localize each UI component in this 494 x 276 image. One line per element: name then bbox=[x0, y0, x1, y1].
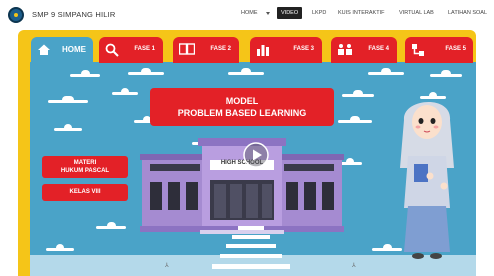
cloud bbox=[112, 88, 138, 95]
book-icon bbox=[179, 43, 195, 55]
title-line-1: MODEL bbox=[225, 96, 259, 106]
nav-kuis[interactable]: KUIS INTERAKTIF bbox=[338, 10, 384, 16]
tree-icon: ⅄ bbox=[165, 263, 169, 269]
tab-fase-4-label: FASE 4 bbox=[368, 46, 389, 52]
crosswalk bbox=[212, 226, 290, 269]
nav-home[interactable]: HOME bbox=[241, 10, 258, 16]
teacher-character bbox=[400, 101, 454, 259]
flow-icon bbox=[412, 44, 424, 56]
page-title: MODEL PROBLEM BASED LEARNING bbox=[150, 88, 334, 126]
tab-fase-3[interactable]: FASE 3 bbox=[250, 37, 322, 63]
nav-latihan[interactable]: LATIHAN SOAL bbox=[448, 10, 487, 16]
play-icon[interactable] bbox=[243, 142, 269, 168]
cloud bbox=[228, 68, 264, 75]
top-navbar: SMP 9 SIMPANG HILIR HOME VIDEO LKPD KUIS… bbox=[0, 0, 494, 30]
chevron-down-icon[interactable] bbox=[266, 12, 270, 15]
materi-label-2: HUKUM PASCAL bbox=[60, 168, 110, 174]
chart-icon bbox=[257, 45, 269, 56]
house-icon bbox=[38, 44, 50, 55]
cloud bbox=[368, 68, 404, 75]
group-icon bbox=[338, 44, 352, 55]
nav-lkpd[interactable]: LKPD bbox=[312, 10, 326, 16]
tab-fase-2[interactable]: FASE 2 bbox=[173, 37, 239, 63]
cloud bbox=[70, 70, 100, 77]
nav-video[interactable]: VIDEO bbox=[277, 7, 303, 19]
tab-fase-5[interactable]: FASE 5 bbox=[405, 37, 473, 63]
cloud bbox=[430, 70, 462, 77]
tab-home[interactable]: HOME bbox=[31, 37, 93, 63]
cloud bbox=[128, 68, 164, 75]
tab-fase-5-label: FASE 5 bbox=[445, 46, 466, 52]
cloud bbox=[338, 116, 372, 123]
cloud bbox=[46, 244, 74, 251]
cloud bbox=[96, 222, 126, 229]
tab-fase-1-label: FASE 1 bbox=[134, 46, 155, 52]
school-building bbox=[140, 138, 344, 234]
tab-fase-1[interactable]: FASE 1 bbox=[99, 37, 163, 63]
kelas-button[interactable]: KELAS VIII bbox=[42, 184, 128, 201]
tab-fase-4[interactable]: FASE 4 bbox=[331, 37, 397, 63]
tab-fase-3-label: FASE 3 bbox=[293, 46, 314, 52]
cloud bbox=[54, 124, 82, 131]
cloud bbox=[48, 96, 88, 103]
cloud bbox=[342, 90, 374, 97]
search-icon bbox=[105, 43, 119, 57]
site-brand[interactable]: SMP 9 SIMPANG HILIR bbox=[32, 10, 116, 19]
tree-icon: ⅄ bbox=[352, 263, 356, 269]
nav-virtual-lab[interactable]: VIRTUAL LAB bbox=[399, 10, 434, 16]
school-logo-icon[interactable] bbox=[8, 7, 24, 23]
materi-button[interactable]: MATERI HUKUM PASCAL bbox=[42, 156, 128, 178]
title-line-2: PROBLEM BASED LEARNING bbox=[177, 108, 307, 118]
materi-label-1: MATERI bbox=[73, 160, 97, 166]
tab-fase-2-label: FASE 2 bbox=[210, 46, 231, 52]
kelas-label: KELAS VIII bbox=[69, 189, 101, 195]
tab-home-label: HOME bbox=[62, 45, 86, 54]
